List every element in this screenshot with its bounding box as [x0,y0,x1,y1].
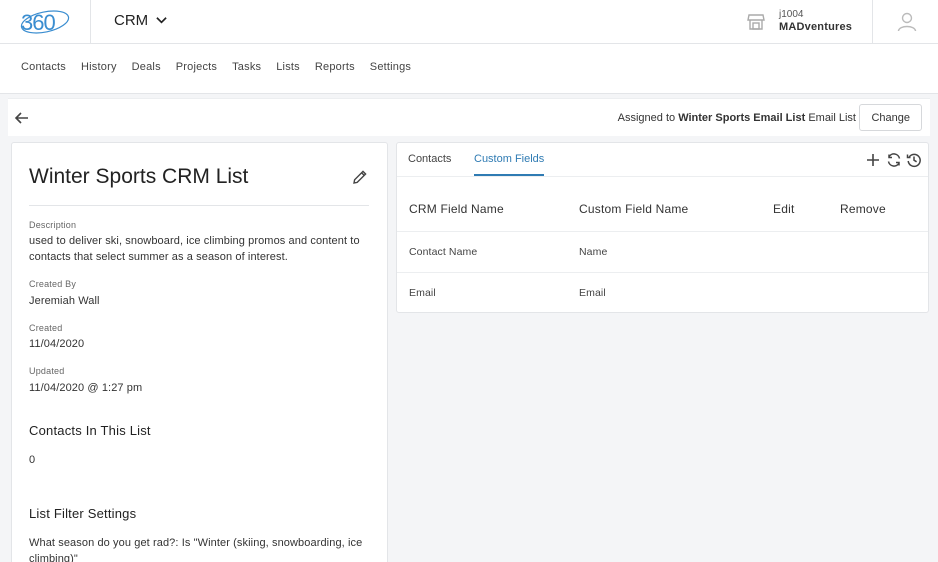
nav-projects[interactable]: Projects [176,61,217,73]
account-switcher[interactable]: j1004 MADventures [779,9,852,34]
store-icon[interactable] [746,12,766,32]
history-icon[interactable] [906,152,922,168]
user-avatar-icon[interactable] [896,11,918,33]
nav-deals[interactable]: Deals [132,61,161,73]
assigned-prefix: Assigned to [617,112,676,124]
tab-custom-fields[interactable]: Custom Fields [474,153,545,176]
plus-icon[interactable] [865,152,881,168]
change-button[interactable]: Change [859,104,922,131]
column-header-custom-field[interactable]: Custom Field Name [579,202,688,216]
contacts-count: 0 [29,454,36,466]
account-id: j1004 [779,9,804,20]
contacts-section-title: Contacts In This List [29,423,151,438]
nav-lists[interactable]: Lists [276,61,300,73]
nav-reports[interactable]: Reports [315,61,355,73]
column-header-crm-field[interactable]: CRM Field Name [409,202,504,216]
sync-icon[interactable] [886,152,902,168]
app-switcher[interactable]: CRM [114,12,167,29]
custom-field-cell: Email [579,287,606,299]
custom-fields-panel: Contacts Custom Fields CRM Field Name Cu… [396,142,929,313]
updated-value: 11/04/2020 @ 1:27 pm [29,382,143,394]
chevron-down-icon [156,17,167,24]
app-name: CRM [114,12,149,29]
pencil-icon[interactable] [352,169,368,185]
back-arrow-icon[interactable] [14,110,30,126]
created-label: Created [29,323,63,333]
crm-nav: Contacts History Deals Projects Tasks Li… [0,44,938,94]
tab-divider [397,176,928,177]
crm-field-cell: Email [409,287,436,299]
created-by-value: Jeremiah Wall [29,295,100,307]
title-divider [29,205,369,206]
account-name: MADventures [779,21,853,33]
column-header-edit: Edit [773,202,795,216]
created-by-label: Created By [29,279,77,289]
column-header-remove: Remove [840,202,886,216]
custom-field-cell: Name [579,246,608,258]
assigned-suffix: Email List [808,112,856,124]
nav-tasks[interactable]: Tasks [232,61,261,73]
row-divider [397,272,928,273]
tab-contacts[interactable]: Contacts [408,153,451,174]
nav-contacts[interactable]: Contacts [21,61,66,73]
row-divider [397,231,928,232]
brand-logo[interactable]: 360 [20,9,70,35]
nav-settings[interactable]: Settings [370,61,411,73]
updated-label: Updated [29,366,65,376]
filter-section-title: List Filter Settings [29,506,137,521]
assigned-list-name: Winter Sports Email List [678,112,806,124]
filter-text: What season do you get rad?: Is "Winter … [29,537,363,562]
topbar-divider [90,0,91,44]
description-value: used to deliver ski, snowboard, ice clim… [29,235,360,263]
topbar-divider [872,0,873,44]
list-action-bar: Assigned to Winter Sports Email List Ema… [8,98,930,136]
list-details-card: Winter Sports CRM List Description used … [11,142,388,562]
created-value: 11/04/2020 [29,338,85,350]
top-bar: 360 CRM j1004 MADventures [0,0,938,44]
description-label: Description [29,220,77,230]
assigned-status: Assigned to Winter Sports Email List Ema… [618,112,856,124]
nav-history[interactable]: History [81,61,117,73]
crm-field-cell: Contact Name [409,246,478,258]
page-title: Winter Sports CRM List [29,165,249,188]
